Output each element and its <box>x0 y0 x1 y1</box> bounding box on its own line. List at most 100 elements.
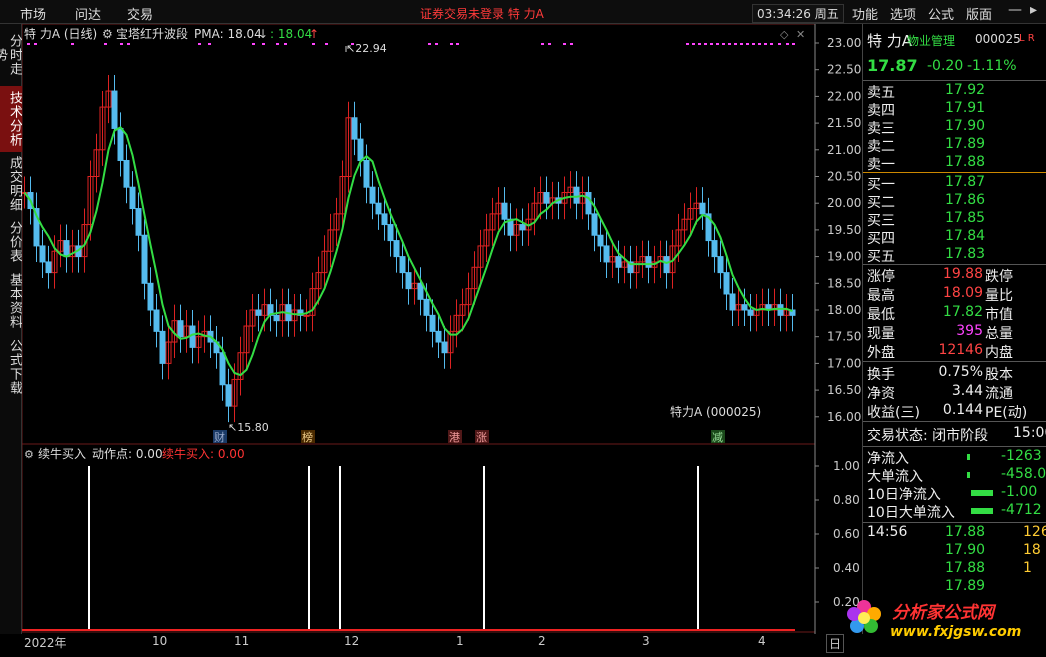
y-tick-label: 18.00 <box>827 303 861 317</box>
candle-body <box>39 245 46 263</box>
flow-value: -4712 <box>1001 502 1042 518</box>
bid-label: 买三 <box>867 213 895 229</box>
menu-trade[interactable]: 交易 <box>127 4 153 23</box>
more-icon[interactable]: ▸ <box>1030 2 1037 18</box>
signal-dot <box>728 43 731 45</box>
bid-label: 买一 <box>867 177 895 193</box>
bid-label: 买五 <box>867 249 895 265</box>
y-tick-label: 0.40 <box>833 561 860 575</box>
indicator-name[interactable]: 宝塔红升波段 <box>116 26 188 41</box>
flow-bar <box>971 490 993 496</box>
marker-hk[interactable]: 港 <box>449 431 460 444</box>
signal-dot <box>764 43 767 45</box>
y-tick-label: 19.50 <box>827 223 861 237</box>
candle-body <box>129 186 136 210</box>
logo-url: www.fxjgsw.com <box>890 624 1021 640</box>
signal-dot <box>276 43 279 45</box>
signal-dot <box>71 43 74 45</box>
arrow-down-icon: ↓ <box>258 27 268 41</box>
menu-wenda[interactable]: 问达 <box>75 4 101 23</box>
stat-row: 外盘 12146 内盘 <box>867 342 1046 361</box>
bid-label: 买四 <box>867 231 895 247</box>
minimize-icon[interactable]: — <box>1008 2 1022 18</box>
tab-time-sharing[interactable]: 分时走势 <box>0 24 22 86</box>
y-tick-label: 23.00 <box>827 36 861 50</box>
tab-price-table[interactable]: 分价表 <box>0 216 22 268</box>
signal-dot <box>198 43 201 45</box>
candle-body <box>219 352 226 386</box>
candle-body <box>381 213 388 226</box>
stock-tag: L R <box>1019 33 1035 44</box>
login-status[interactable]: 证券交易未登录 特 力A <box>420 5 544 22</box>
stat-value: 19.88 <box>942 266 983 282</box>
stat-row: 最低 17.82 市值 <box>867 304 1046 323</box>
y-tick-label: 0.60 <box>833 527 860 541</box>
trade-status-row: 交易状态: 闭市阶段 15:00 <box>867 425 1046 444</box>
bid-row: 买二 17.86 <box>867 192 1046 211</box>
marker-reduce[interactable]: 减 <box>712 431 723 444</box>
candle-body <box>441 341 448 354</box>
candle-body <box>747 309 754 316</box>
signal-dot <box>208 43 211 45</box>
signal-dot <box>127 43 130 45</box>
y-tick-label: 18.50 <box>827 276 861 290</box>
menu-formula[interactable]: 公式 <box>928 4 954 23</box>
stat2-label: 净资 <box>867 386 895 402</box>
x-label: 2 <box>538 634 546 648</box>
close-icon[interactable]: ✕ <box>796 28 805 41</box>
industry-tag[interactable]: 物业管理 <box>907 32 955 49</box>
candle-body <box>141 234 148 284</box>
candle-body <box>729 293 736 311</box>
tab-basic-info[interactable]: 基本资料 <box>0 268 22 334</box>
signal-dot <box>34 43 37 45</box>
stat2-label2: 股本 <box>985 367 1013 383</box>
y-tick-label: 21.00 <box>827 143 861 157</box>
signal-dots <box>27 43 795 45</box>
flow-label: 10日大单流入 <box>867 505 955 521</box>
gear-icon[interactable]: ⚙ <box>102 27 113 41</box>
flow-label: 10日净流入 <box>867 487 941 503</box>
candle-body <box>303 314 310 317</box>
bid-label: 买二 <box>867 195 895 211</box>
marker-finance[interactable]: 财 <box>214 430 225 444</box>
bid-price: 17.84 <box>945 228 986 244</box>
y-tick-label: 19.00 <box>827 250 861 264</box>
sub-gear-icon[interactable]: ⚙ <box>24 448 34 461</box>
candle-body <box>645 256 652 268</box>
tab-trade-details[interactable]: 成交明细 <box>0 152 22 216</box>
ask-row: 卖五 17.92 <box>867 82 1046 101</box>
logo-name: 分析家公式网 <box>892 603 997 623</box>
candle-body <box>63 240 70 258</box>
high-label: ↖22.94 <box>346 42 387 55</box>
separator <box>863 522 1046 523</box>
sub-chart-title[interactable]: 续牛买入 <box>38 446 86 461</box>
flow-value: -1.00 <box>1001 484 1038 500</box>
signal-dot <box>786 43 789 45</box>
kline-chart[interactable]: 特 力A (日线) ⚙ 宝塔红升波段 PMA: 18.04 ↓ : 18.04 … <box>22 24 862 634</box>
quote-panel: 特 力A 物业管理 000025 L R 17.87 -0.20 -1.11% … <box>862 24 1046 634</box>
signal-dot <box>710 43 713 45</box>
signal-dot <box>758 43 761 45</box>
stat-value: 18.09 <box>942 285 983 301</box>
marker-list[interactable]: 榜 <box>302 430 313 444</box>
event-markers[interactable]: 财 榜 港 涨 减 <box>213 430 725 444</box>
menu-options[interactable]: 选项 <box>890 4 916 23</box>
tab-technical-analysis[interactable]: 技术分析 <box>0 86 22 152</box>
ask-label: 卖一 <box>867 157 895 173</box>
menu-market[interactable]: 市场 <box>20 4 46 23</box>
stat2-row: 净资 3.44 流通 <box>867 383 1046 402</box>
signal-dot <box>252 43 255 45</box>
low-label: ↖15.80 <box>228 421 269 434</box>
stock-header: 特 力A 物业管理 000025 L R <box>867 30 1046 50</box>
candle-body <box>393 240 400 258</box>
candle-body <box>147 282 154 311</box>
signal-dot <box>262 43 265 45</box>
ask-price: 17.89 <box>945 136 986 152</box>
tab-formula-download[interactable]: 公式下载 <box>0 334 22 400</box>
candle-body <box>177 320 184 338</box>
menu-function[interactable]: 功能 <box>852 4 878 23</box>
marker-rise[interactable]: 涨 <box>476 431 487 444</box>
diamond-icon[interactable]: ◇ <box>780 28 789 41</box>
stat-row: 最高 18.09 量比 <box>867 285 1046 304</box>
menu-layout[interactable]: 版面 <box>966 4 992 23</box>
